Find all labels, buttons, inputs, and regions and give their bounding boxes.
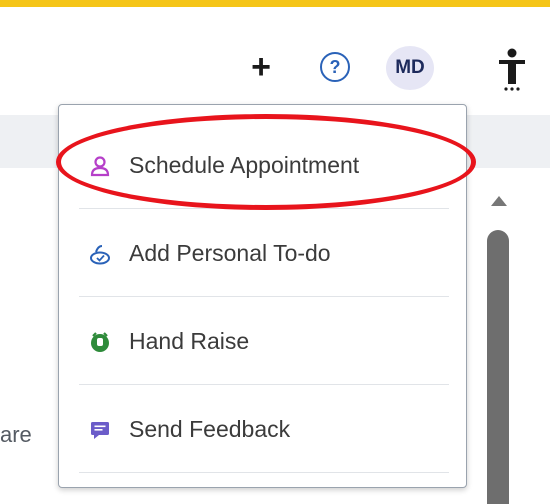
background-partial-text: are [0, 422, 32, 447]
scroll-up-arrow-icon[interactable] [491, 196, 507, 206]
feedback-icon [89, 419, 111, 441]
accessibility-icon [499, 48, 525, 91]
add-dropdown-menu: Schedule Appointment Add Personal To-do [58, 104, 467, 488]
menu-item-send-feedback[interactable]: Send Feedback [79, 387, 449, 473]
avatar[interactable]: MD [386, 46, 434, 90]
hand-raise-icon [89, 331, 111, 353]
menu-item-hand-raise[interactable]: Hand Raise [79, 299, 449, 385]
menu-item-label: Schedule Appointment [129, 152, 360, 178]
menu-item-label: Add Personal To-do [129, 240, 331, 266]
scrollbar[interactable] [484, 190, 514, 504]
menu-item-label: Send Feedback [129, 416, 291, 442]
app-window: are + ? MD Schedule Appointment Add Pers… [0, 0, 550, 504]
help-button[interactable]: ? [320, 52, 350, 82]
header-actions: + ? MD [0, 0, 550, 110]
scroll-thumb[interactable] [487, 230, 509, 504]
person-icon [89, 155, 111, 177]
menu-item-add-personal-todo[interactable]: Add Personal To-do [79, 211, 449, 297]
help-glyph: ? [329, 56, 341, 77]
accessibility-button[interactable] [497, 48, 527, 92]
todo-icon [89, 243, 111, 265]
menu-item-schedule-appointment[interactable]: Schedule Appointment [79, 123, 449, 209]
add-button[interactable]: + [244, 48, 278, 86]
menu-item-label: Hand Raise [129, 328, 250, 354]
